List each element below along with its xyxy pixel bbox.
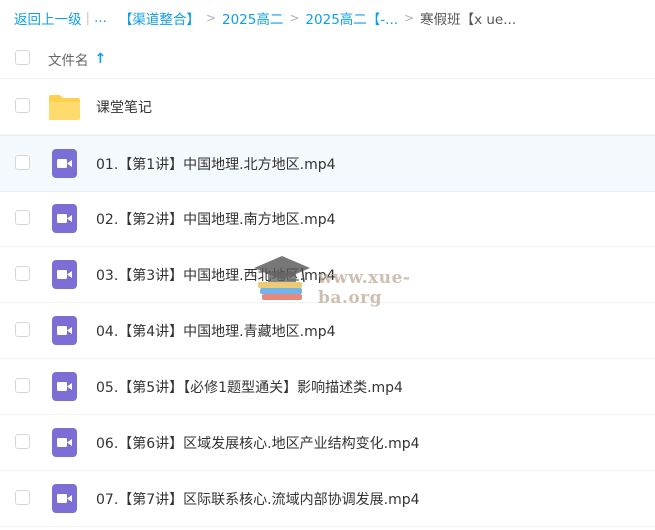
folder-icon (49, 95, 80, 120)
file-row[interactable]: 01.【第1讲】中国地理.北方地区.mp4 (0, 135, 655, 192)
row-checkbox[interactable] (15, 266, 30, 281)
video-file-icon (52, 372, 77, 401)
file-row[interactable]: 04.【第4讲】中国地理.青藏地区.mp4 (0, 303, 655, 359)
chevron-right-icon: > (404, 11, 415, 25)
file-row[interactable]: 07.【第7讲】区际联系核心.流域内部协调发展.mp4 (0, 471, 655, 527)
video-file-icon (52, 428, 77, 457)
breadcrumb-item-grade[interactable]: 2025高二 (222, 8, 283, 28)
row-checkbox[interactable] (15, 155, 30, 170)
file-name[interactable]: 07.【第7讲】区际联系核心.流域内部协调发展.mp4 (96, 489, 420, 509)
file-list-header: 文件名 ↑ (0, 38, 655, 79)
row-checkbox[interactable] (15, 210, 30, 225)
back-link[interactable]: 返回上一级 (14, 8, 82, 28)
breadcrumb-item-channel[interactable]: 【渠道整合】 (119, 8, 200, 28)
file-name[interactable]: 01.【第1讲】中国地理.北方地区.mp4 (96, 154, 336, 174)
breadcrumb: 返回上一级 | ... 【渠道整合】 > 2025高二 > 2025高二【-..… (14, 8, 655, 28)
breadcrumb-current: 寒假班【x ue... (420, 12, 517, 28)
row-checkbox[interactable] (15, 490, 30, 505)
file-name[interactable]: 课堂笔记 (96, 97, 152, 117)
chevron-right-icon: > (205, 11, 216, 25)
file-row[interactable]: 03.【第3讲】中国地理.西北地区.mp4 (0, 247, 655, 303)
row-checkbox[interactable] (15, 98, 30, 113)
breadcrumb-ellipsis[interactable]: ... (94, 10, 107, 26)
row-checkbox[interactable] (15, 378, 30, 393)
breadcrumb-divider: | (85, 10, 91, 26)
file-name[interactable]: 02.【第2讲】中国地理.南方地区.mp4 (96, 209, 336, 229)
file-row[interactable]: 06.【第6讲】区域发展核心.地区产业结构变化.mp4 (0, 415, 655, 471)
file-row[interactable]: 02.【第2讲】中国地理.南方地区.mp4 (0, 191, 655, 247)
file-name[interactable]: 04.【第4讲】中国地理.青藏地区.mp4 (96, 321, 336, 341)
folder-row[interactable]: 课堂笔记 (0, 79, 655, 135)
column-header-name[interactable]: 文件名 ↑ (48, 49, 106, 69)
chevron-right-icon: > (289, 11, 300, 25)
video-file-icon (52, 316, 77, 345)
video-file-icon (52, 260, 77, 289)
video-file-icon (52, 204, 77, 233)
select-all-checkbox[interactable] (15, 50, 30, 65)
video-file-icon (52, 149, 77, 178)
row-checkbox[interactable] (15, 322, 30, 337)
row-checkbox[interactable] (15, 434, 30, 449)
file-row[interactable]: 05.【第5讲】【必修1题型通关】影响描述类.mp4 (0, 359, 655, 415)
video-file-icon (52, 484, 77, 513)
arrow-up-icon[interactable]: ↑ (95, 51, 107, 67)
file-name[interactable]: 05.【第5讲】【必修1题型通关】影响描述类.mp4 (96, 377, 403, 397)
file-name[interactable]: 03.【第3讲】中国地理.西北地区.mp4 (96, 265, 336, 285)
column-header-label: 文件名 (48, 53, 89, 69)
breadcrumb-item-grade-sub[interactable]: 2025高二【-... (305, 8, 398, 28)
file-name[interactable]: 06.【第6讲】区域发展核心.地区产业结构变化.mp4 (96, 433, 420, 453)
